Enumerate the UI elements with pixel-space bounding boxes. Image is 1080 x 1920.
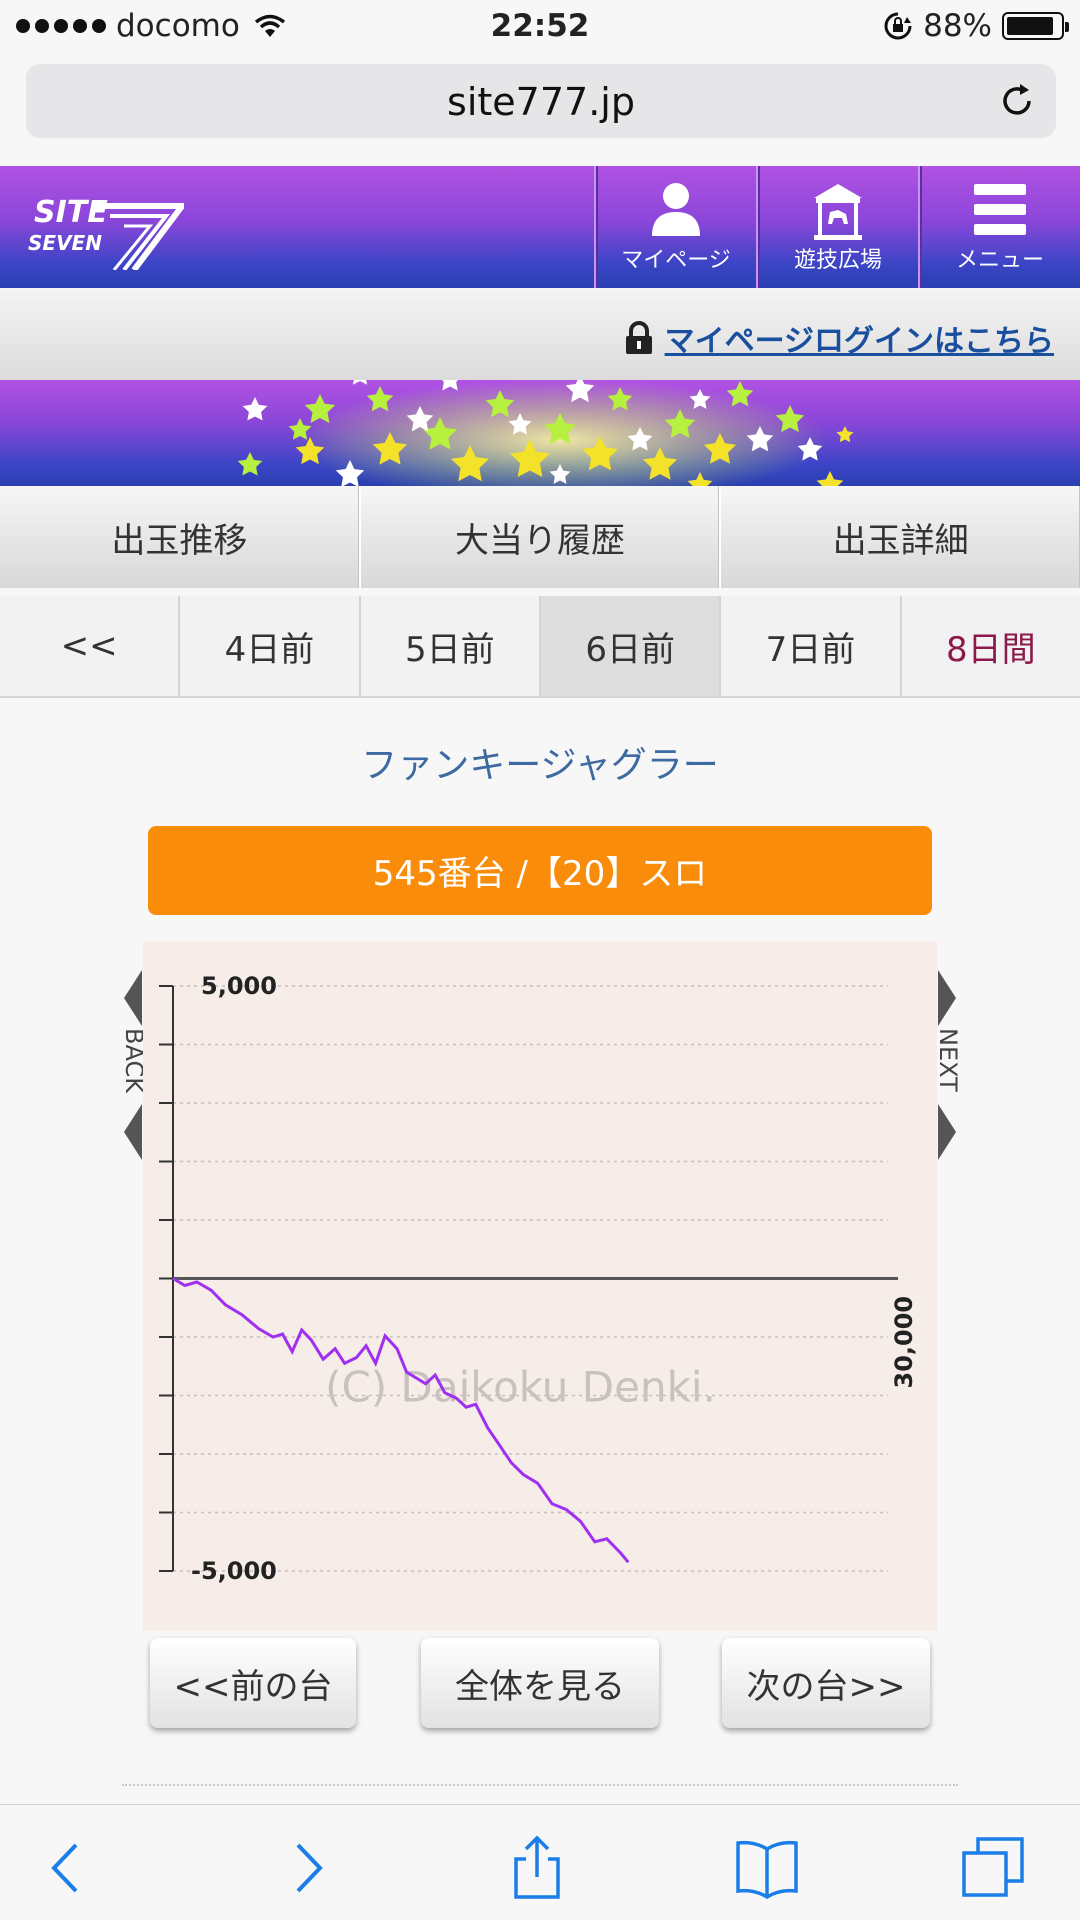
chart-series-line bbox=[172, 1277, 630, 1564]
machine-name: ファンキージャグラー bbox=[361, 745, 719, 786]
day-7-ago[interactable]: 7日前 bbox=[721, 596, 902, 696]
next-arrow-nav[interactable]: NEXT bbox=[932, 970, 968, 1160]
payout-chart: (C) Daikoku Denki. 5,000 -5,000 30,000 bbox=[143, 941, 937, 1631]
divider bbox=[122, 1784, 958, 1786]
next-label: NEXT bbox=[934, 1028, 962, 1092]
forward-icon[interactable] bbox=[272, 1835, 338, 1901]
day-6-ago[interactable]: 6日前 bbox=[540, 596, 722, 696]
tabs-icon[interactable] bbox=[960, 1835, 1026, 1901]
login-strip: マイページログインはこちら bbox=[0, 288, 1080, 380]
back-arrow-up-icon bbox=[124, 970, 142, 1026]
chart-ytick-top-label: 5,000 bbox=[201, 972, 277, 1000]
nav-menu-label: メニュー bbox=[955, 248, 1044, 273]
svg-text:SEVEN: SEVEN bbox=[28, 231, 102, 255]
day-8-days[interactable]: 8日間 bbox=[901, 596, 1080, 696]
day-prev[interactable]: << bbox=[0, 596, 181, 696]
bookmarks-icon[interactable] bbox=[734, 1835, 800, 1901]
machine-number-badge: 545番台 /【20】スロ bbox=[148, 826, 932, 915]
url-text: site777.jp bbox=[447, 80, 635, 124]
login-link-text[interactable]: マイページログインはこちら bbox=[665, 316, 1054, 360]
back-icon[interactable] bbox=[36, 1835, 102, 1901]
nav-mypage-label: マイページ bbox=[621, 248, 731, 273]
next-machine-button[interactable]: 次の台>> bbox=[722, 1638, 930, 1728]
tab-payout-trend[interactable]: 出玉推移 bbox=[0, 486, 361, 588]
person-icon bbox=[652, 183, 700, 236]
status-bar: docomo 22:52 88% bbox=[0, 0, 1080, 54]
header-nav: マイページ 遊技広場 メニュー bbox=[594, 166, 1080, 288]
chart-x-end-label: 30,000 bbox=[890, 1296, 918, 1389]
payout-chart-svg: (C) Daikoku Denki. 5,000 -5,000 30,000 bbox=[159, 972, 918, 1585]
menu-icon bbox=[974, 184, 1026, 235]
day-selector: << 4日前 5日前 6日前 7日前 8日間 bbox=[0, 596, 1080, 698]
battery-info: 88% bbox=[883, 8, 1069, 44]
chart-watermark: (C) Daikoku Denki. bbox=[325, 1362, 716, 1411]
address-bar[interactable]: site777.jp bbox=[26, 64, 1056, 138]
nav-mypage[interactable]: マイページ bbox=[594, 166, 756, 288]
chart-y-ticks bbox=[159, 985, 173, 1572]
next-arrow-up-icon bbox=[938, 970, 956, 1026]
day-5-ago[interactable]: 5日前 bbox=[360, 596, 541, 696]
next-arrow-down-icon bbox=[938, 1104, 956, 1160]
prev-machine-button[interactable]: <<前の台 bbox=[150, 1638, 356, 1728]
orientation-lock-icon bbox=[884, 12, 912, 40]
nav-playground-label: 遊技広場 bbox=[793, 248, 882, 273]
lock-icon bbox=[625, 321, 652, 354]
view-all-button[interactable]: 全体を見る bbox=[421, 1638, 659, 1728]
reload-icon[interactable] bbox=[996, 80, 1038, 122]
site-header: SITE SEVEN マイページ 遊技広場 メニュー bbox=[0, 166, 1080, 288]
day-4-ago[interactable]: 4日前 bbox=[180, 596, 361, 696]
chart-ytick-bottom-label: -5,000 bbox=[191, 1557, 277, 1585]
back-arrow-down-icon bbox=[124, 1104, 142, 1160]
tab-payout-detail[interactable]: 出玉詳細 bbox=[721, 486, 1080, 588]
share-icon[interactable] bbox=[504, 1835, 570, 1901]
star-banner bbox=[0, 380, 1080, 515]
nav-playground[interactable]: 遊技広場 bbox=[756, 166, 918, 288]
site-seven-logo[interactable]: SITE SEVEN bbox=[24, 184, 184, 270]
section-tabs: 出玉推移 大当り履歴 出玉詳細 bbox=[0, 486, 1080, 588]
carousel-icon bbox=[814, 184, 862, 240]
mypage-login-link[interactable]: マイページログインはこちら bbox=[623, 316, 1054, 360]
battery-percent: 88% bbox=[923, 8, 992, 44]
browser-toolbar bbox=[0, 1804, 1080, 1920]
tab-jackpot-history[interactable]: 大当り履歴 bbox=[360, 486, 722, 588]
svg-text:SITE: SITE bbox=[34, 195, 108, 230]
nav-menu[interactable]: メニュー bbox=[918, 166, 1080, 288]
battery-icon bbox=[1002, 12, 1069, 40]
